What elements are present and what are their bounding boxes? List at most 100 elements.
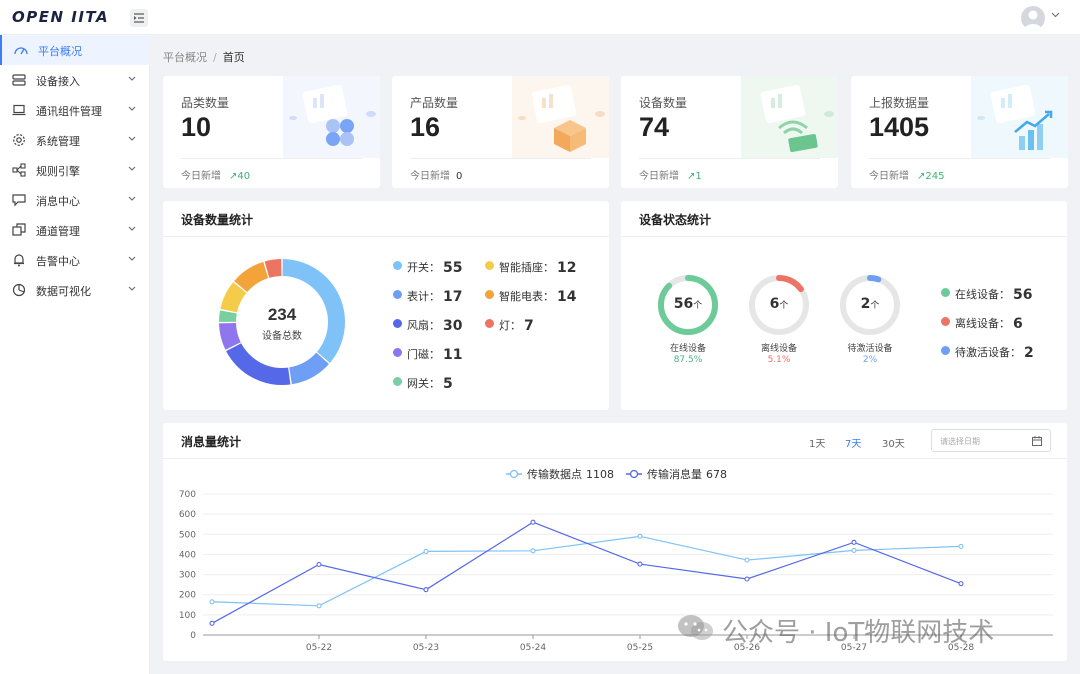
chart-legend-item[interactable]: 传输数据点 1108 [506, 467, 614, 481]
laptop-icon [12, 104, 26, 116]
stat-foot-value: 245 [925, 171, 945, 182]
legend-series-total: 1108 [586, 468, 614, 481]
menu-fold-icon [134, 13, 144, 23]
divider [163, 236, 609, 237]
sidebar-item-label: 设备接入 [36, 75, 80, 88]
chevron-down-icon[interactable] [1051, 12, 1060, 18]
stat-foot: 今日新增 0 [410, 167, 462, 182]
server-icon [12, 74, 26, 86]
sidebar-item[interactable]: 消息中心 [0, 185, 150, 215]
legend-label-text: 智能电表： [499, 290, 554, 303]
ring-value-number: 6 [769, 296, 780, 312]
legend-value: 55 [443, 260, 463, 276]
series-point [744, 576, 750, 582]
stat-value: 16 [410, 112, 441, 142]
tab-7-days[interactable]: 7天 [845, 435, 861, 450]
legend-value: 12 [557, 260, 577, 276]
legend-label: 在线设备： 56 [955, 286, 1032, 303]
sidebar-item[interactable]: 通讯组件管理 [0, 95, 150, 125]
series-point [851, 547, 857, 553]
category-illustration-icon [283, 76, 380, 158]
sidebar-item[interactable]: 规则引擎 [0, 155, 150, 185]
series-point [209, 599, 215, 605]
series-point [423, 548, 429, 554]
chevron-down-icon [128, 136, 136, 141]
legend-dot [485, 261, 494, 270]
ring-percent: 5.1% [767, 355, 791, 365]
series-point [530, 548, 536, 554]
panel-title: 设备数量统计 [181, 213, 254, 227]
legend-value: 30 [443, 318, 463, 334]
panel-title: 消息量统计 [181, 435, 242, 449]
legend-value: 17 [443, 289, 463, 305]
legend-label-text: 网关： [407, 377, 440, 390]
channel-icon [12, 223, 26, 236]
stat-foot-label: 今日新增 [869, 171, 909, 182]
legend-series-total: 678 [706, 468, 727, 481]
ring-value: 6个 [748, 296, 810, 312]
breadcrumb-parent[interactable]: 平台概况 [163, 51, 207, 64]
panel-title: 设备状态统计 [639, 213, 712, 227]
chart-legend-item[interactable]: 传输消息量 678 [626, 467, 727, 481]
stat-foot-value: 1 [695, 171, 702, 182]
date-picker-input[interactable]: 请选择日期 [931, 429, 1051, 452]
sidebar-item[interactable]: 数据可视化 [0, 275, 150, 305]
legend-label: 风扇： 30 [407, 317, 463, 334]
donut-slice [226, 343, 291, 385]
sidebar-item[interactable]: 通道管理 [0, 215, 150, 245]
x-tick-label: 05-23 [413, 643, 439, 653]
series-point [637, 533, 643, 539]
legend-dot [393, 290, 402, 299]
legend-label-text: 灯： [499, 319, 521, 332]
ring-unit: 个 [693, 301, 703, 311]
series-line [211, 535, 962, 607]
legend-value: 2 [1024, 345, 1034, 361]
dashboard-icon [14, 47, 28, 55]
chevron-down-icon [128, 106, 136, 111]
sidebar-item-label: 系统管理 [36, 135, 80, 148]
breadcrumb-separator: / [213, 51, 217, 64]
ring-value-number: 2 [860, 296, 871, 312]
stat-foot-label: 今日新增 [410, 171, 450, 182]
sidebar-item[interactable]: 平台概况 [0, 35, 150, 65]
stat-foot: 今日新增 ↗245 [869, 167, 944, 182]
legend-value: 11 [443, 347, 463, 363]
sidebar-item-label: 规则引擎 [36, 165, 80, 178]
donut-center-value: 234 [267, 305, 297, 324]
breadcrumb-current: 首页 [222, 51, 245, 64]
legend-value: 7 [524, 318, 534, 334]
legend-marker-icon [629, 469, 639, 479]
legend-dot [941, 346, 950, 355]
sidebar-item-label: 消息中心 [36, 195, 80, 208]
user-avatar[interactable] [1021, 6, 1045, 30]
stat-value: 74 [639, 112, 670, 142]
stat-foot-label: 今日新增 [639, 171, 679, 182]
legend-label: 开关： 55 [407, 259, 463, 276]
legend-dot [393, 348, 402, 357]
legend-label: 灯： 7 [499, 317, 534, 334]
y-tick-label: 300 [179, 571, 196, 581]
y-tick-label: 400 [179, 550, 196, 560]
chevron-down-icon [128, 286, 136, 291]
sidebar-item[interactable]: 系统管理 [0, 125, 150, 155]
gear-icon [13, 134, 25, 146]
stat-title: 上报数据量 [869, 96, 930, 110]
device-status-panel: 设备状态统计 56个 在线设备 87.5% 6个 离线设备 5.1% 2个 待激活设备 2% 在… [621, 201, 1067, 410]
tab-30-days[interactable]: 30天 [882, 435, 905, 450]
stat-title: 产品数量 [410, 96, 459, 110]
device-wifi-illustration-icon [741, 76, 838, 158]
sidebar-item[interactable]: 设备接入 [0, 65, 150, 95]
sidebar-collapse-button[interactable] [130, 9, 148, 27]
series-point [423, 587, 429, 593]
ring-percent: 2% [862, 355, 878, 365]
stat-value: 1405 [869, 112, 930, 142]
tab-1-day[interactable]: 1天 [809, 435, 825, 450]
divider [163, 458, 1067, 459]
divider [869, 158, 1050, 159]
stat-card-categories: 品类数量 10 今日新增 ↗40 [163, 76, 380, 188]
app-logo[interactable]: OPEN IITA [12, 8, 109, 26]
sidebar-item[interactable]: 告警中心 [0, 245, 150, 275]
sidebar: 平台概况设备接入通讯组件管理系统管理规则引擎消息中心通道管理 告警中心 数据可视化 [0, 35, 150, 674]
legend-dot [941, 288, 950, 297]
x-tick-label: 05-25 [627, 643, 653, 653]
